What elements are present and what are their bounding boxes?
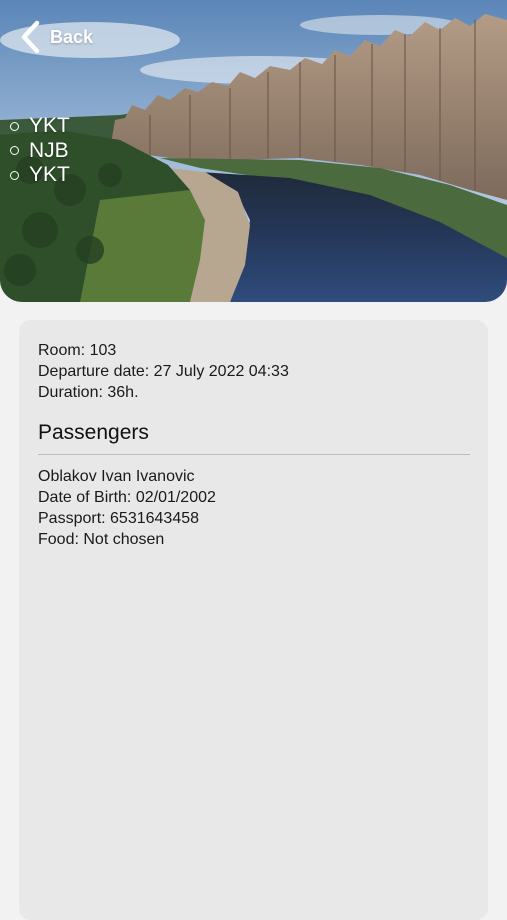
back-button[interactable]: Back bbox=[18, 18, 93, 56]
circle-outline-icon bbox=[10, 121, 19, 131]
route-stop: YKT bbox=[10, 163, 70, 188]
passenger-passport: Passport: 6531643458 bbox=[38, 510, 200, 527]
departure-date-text: Departure date: 27 July 2022 04:33 bbox=[38, 363, 289, 380]
booking-details-card: Room: 103 Departure date: 27 July 2022 0… bbox=[19, 320, 488, 920]
circle-outline-icon bbox=[10, 146, 19, 156]
duration-text: Duration: 36h. bbox=[38, 384, 139, 401]
passenger-food: Food: Not chosen bbox=[38, 531, 165, 548]
route-stop-label: YKT bbox=[29, 163, 70, 187]
passenger-name: Oblakov Ivan Ivanovic bbox=[38, 468, 195, 485]
back-label: Back bbox=[50, 26, 94, 47]
passengers-heading: Passengers bbox=[38, 421, 149, 444]
route-stop: YKT bbox=[10, 114, 70, 139]
passenger-dob: Date of Birth: 02/01/2002 bbox=[38, 489, 216, 506]
route-stop-label: NJB bbox=[29, 138, 69, 162]
chevron-left-icon bbox=[21, 20, 40, 54]
route-list: YKT NJB YKT bbox=[10, 114, 70, 188]
section-divider bbox=[38, 454, 470, 455]
route-stop: NJB bbox=[10, 139, 70, 164]
header-photo: Back YKT NJB YKT bbox=[0, 0, 507, 302]
passenger-item: Oblakov Ivan Ivanovic Date of Birth: 02/… bbox=[38, 466, 216, 550]
room-text: Room: 103 bbox=[38, 342, 117, 359]
circle-outline-icon bbox=[10, 170, 19, 180]
trip-info: Room: 103 Departure date: 27 July 2022 0… bbox=[38, 340, 289, 403]
route-stop-label: YKT bbox=[29, 114, 70, 138]
